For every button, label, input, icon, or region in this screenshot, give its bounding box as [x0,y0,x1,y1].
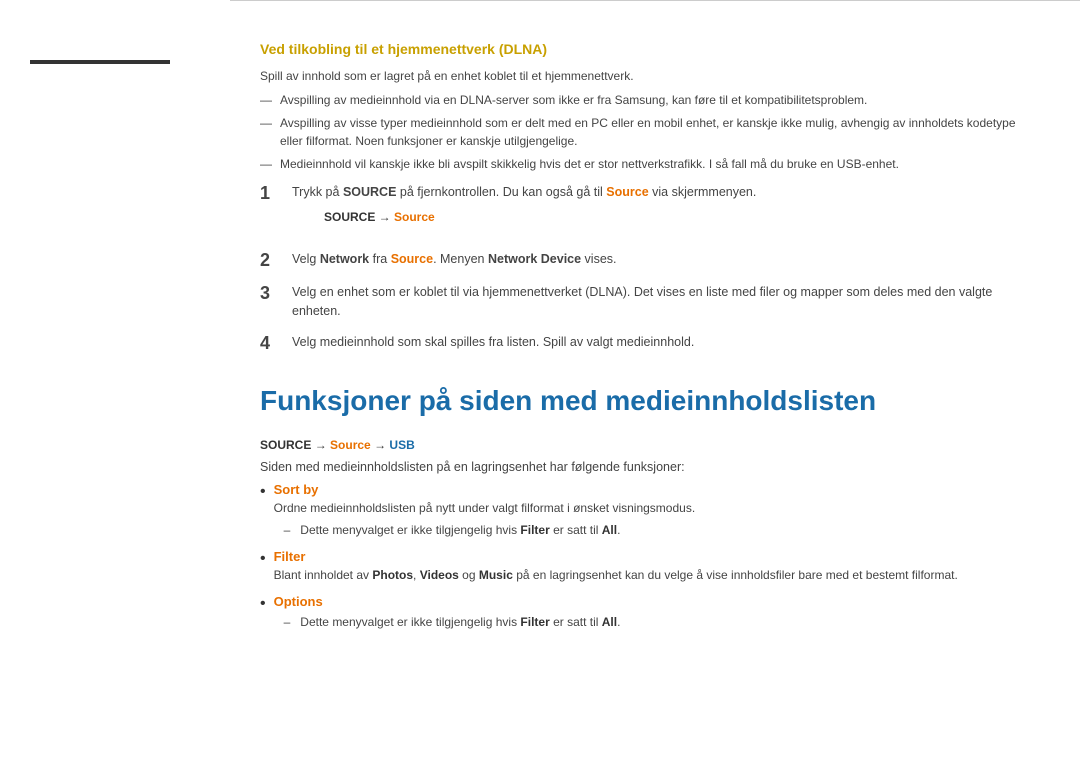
funksjoner-title: Funksjoner på siden med medieinnholdslis… [260,384,1030,418]
step-1: 1 Trykk på SOURCE på fjernkontrollen. Du… [260,183,1030,238]
dlna-note-2: Avspilling av visse typer medieinnhold s… [260,114,1030,150]
filter-label: Filter [274,549,1030,564]
bullet-section: • Sort by Ordne medieinnholdslisten på n… [260,482,1030,631]
step-3: 3 Velg en enhet som er koblet til via hj… [260,283,1030,321]
bullet-options: • Options Dette menyvalget er ikke tilgj… [260,594,1030,631]
section-funksjoner: Funksjoner på siden med medieinnholdslis… [260,384,1030,631]
section-dlna: Ved tilkobling til et hjemmenettverk (DL… [260,41,1030,354]
filter-desc: Blant innholdet av Photos, Videos og Mus… [274,566,1030,584]
sort-by-sub-1: Dette menyvalget er ikke tilgjengelig hv… [274,521,1030,539]
sort-by-label: Sort by [274,482,1030,497]
sidebar-bar [30,60,170,64]
options-sub-1: Dette menyvalget er ikke tilgjengelig hv… [274,613,1030,631]
bullet-sort-by: • Sort by Ordne medieinnholdslisten på n… [260,482,1030,539]
dlna-title: Ved tilkobling til et hjemmenettverk (DL… [260,41,1030,57]
dlna-note-3: Medieinnhold vil kanskje ikke bli avspil… [260,155,1030,173]
sort-by-desc: Ordne medieinnholdslisten på nytt under … [274,499,1030,517]
options-label: Options [274,594,1030,609]
dlna-note-1: Avspilling av medieinnhold via en DLNA-s… [260,91,1030,109]
bullet-filter: • Filter Blant innholdet av Photos, Vide… [260,549,1030,584]
sidebar [0,0,230,763]
dlna-intro: Spill av innhold som er lagret på en enh… [260,67,1030,85]
steps-list: 1 Trykk på SOURCE på fjernkontrollen. Du… [260,183,1030,354]
step-4: 4 Velg medieinnhold som skal spilles fra… [260,333,1030,355]
funksjoner-intro: Siden med medieinnholdslisten på en lagr… [260,460,1030,474]
source-block-2: SOURCE → Source → USB [260,438,1030,452]
main-content: Ved tilkobling til et hjemmenettverk (DL… [230,0,1080,763]
source-line-1: SOURCE → Source [324,208,1030,226]
step-2: 2 Velg Network fra Source. Menyen Networ… [260,250,1030,272]
page: Ved tilkobling til et hjemmenettverk (DL… [0,0,1080,763]
